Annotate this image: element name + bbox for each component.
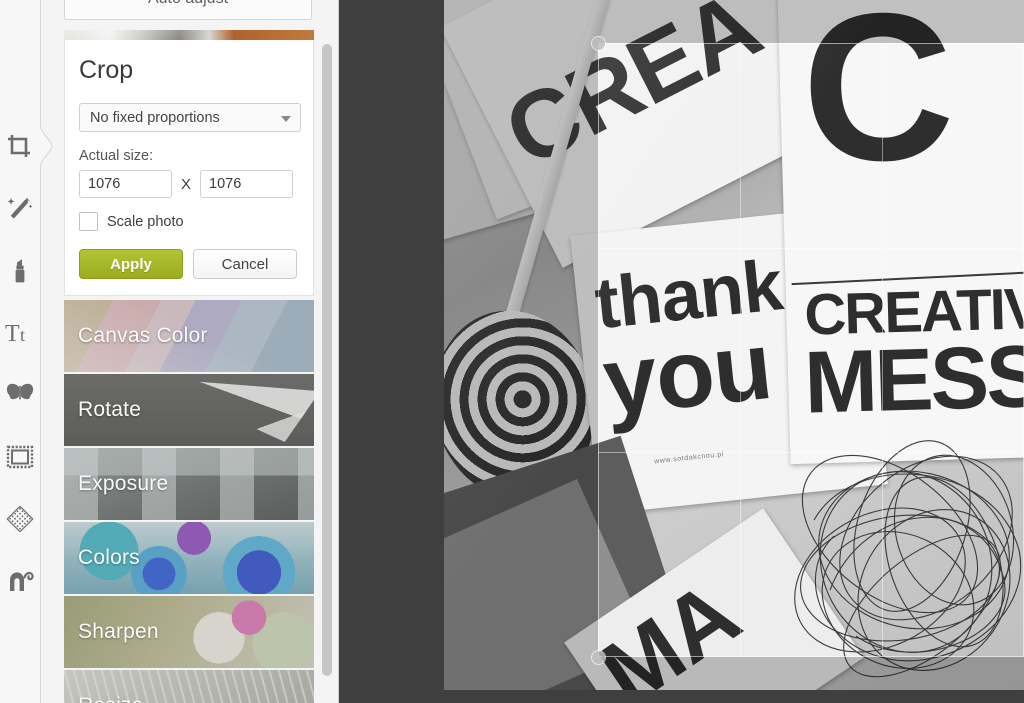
fixed-proportions-select[interactable]: No fixed proportions (79, 103, 301, 132)
tool-thumbnail-list: Canvas Color Rotate Exposure Colors Shar… (64, 300, 314, 703)
list-item[interactable]: Canvas Color (64, 300, 314, 374)
list-item-label: Sharpen (78, 620, 159, 643)
photo-editor-window: T t Crop No fixed proportions Actual siz… (0, 0, 1024, 703)
size-separator: X (180, 175, 191, 193)
list-item-label: Resize (78, 694, 143, 703)
lipstick-icon-button[interactable] (0, 240, 40, 302)
photo-canvas[interactable]: MESS IMPRE CREA thank you www.sotdakcnou… (444, 0, 1024, 690)
svg-text:t: t (20, 325, 25, 345)
sticker-icon-button[interactable] (0, 550, 40, 612)
scale-photo-row: Scale photo (79, 212, 299, 231)
panel-scrollbar[interactable] (322, 44, 332, 676)
list-item-label: Canvas Color (78, 324, 208, 347)
canvas-workspace[interactable]: MESS IMPRE CREA thank you www.sotdakcnou… (338, 0, 1024, 703)
list-item-label: Rotate (78, 398, 142, 421)
crop-width-input[interactable] (79, 170, 172, 198)
list-item-label: Colors (78, 546, 140, 569)
butterfly-icon (6, 383, 34, 407)
frame-icon-button[interactable] (0, 426, 40, 488)
list-item[interactable]: Rotate (64, 374, 314, 448)
crop-icon (6, 133, 34, 161)
texture-icon-button[interactable] (0, 488, 40, 550)
list-item[interactable]: Sharpen (64, 596, 314, 670)
text-icon-button[interactable]: T t (0, 302, 40, 364)
magic-wand-icon-button[interactable] (0, 178, 40, 240)
text-icon: T t (5, 319, 35, 347)
magic-wand-icon (6, 195, 34, 223)
crop-panel-card: Crop No fixed proportions Actual size: X… (64, 40, 314, 296)
scale-photo-checkbox[interactable] (79, 212, 98, 231)
crop-handle-top-left[interactable] (592, 37, 605, 50)
list-item-label: Exposure (78, 472, 169, 495)
sticker-icon (6, 569, 34, 593)
auto-adjust-label: Auto adjust (148, 0, 228, 8)
texture-icon (6, 506, 34, 532)
svg-text:T: T (5, 321, 20, 347)
chevron-down-icon (281, 115, 291, 122)
editor-panel: Auto adjust Crop No fixed proportions Ac… (40, 0, 339, 703)
crop-actions: Apply Cancel (79, 249, 299, 279)
crop-height-input[interactable] (200, 170, 293, 198)
frame-icon (6, 445, 34, 469)
fixed-proportions-value: No fixed proportions (90, 109, 220, 126)
list-item[interactable]: Exposure (64, 448, 314, 522)
list-item[interactable]: Colors (64, 522, 314, 596)
lipstick-icon (6, 257, 34, 285)
crop-handle-bottom-left[interactable] (592, 651, 605, 664)
actual-size-row: X (79, 170, 299, 198)
butterfly-icon-button[interactable] (0, 364, 40, 426)
photo-image: MESS IMPRE CREA thank you www.sotdakcnou… (444, 0, 1024, 690)
auto-adjust-button[interactable]: Auto adjust (64, 0, 312, 20)
cancel-button[interactable]: Cancel (193, 249, 297, 279)
list-item[interactable]: Resize (64, 670, 314, 703)
apply-button[interactable]: Apply (79, 249, 183, 279)
panel-scrollbar-thumb[interactable] (322, 44, 332, 676)
panel-title: Crop (79, 56, 134, 84)
actual-size-label: Actual size: (79, 148, 154, 164)
crop-icon-button[interactable] (0, 116, 40, 178)
tool-rail: T t (0, 0, 41, 703)
panel-scroll-content: Auto adjust Crop No fixed proportions Ac… (40, 0, 338, 703)
scale-photo-label: Scale photo (107, 213, 184, 230)
